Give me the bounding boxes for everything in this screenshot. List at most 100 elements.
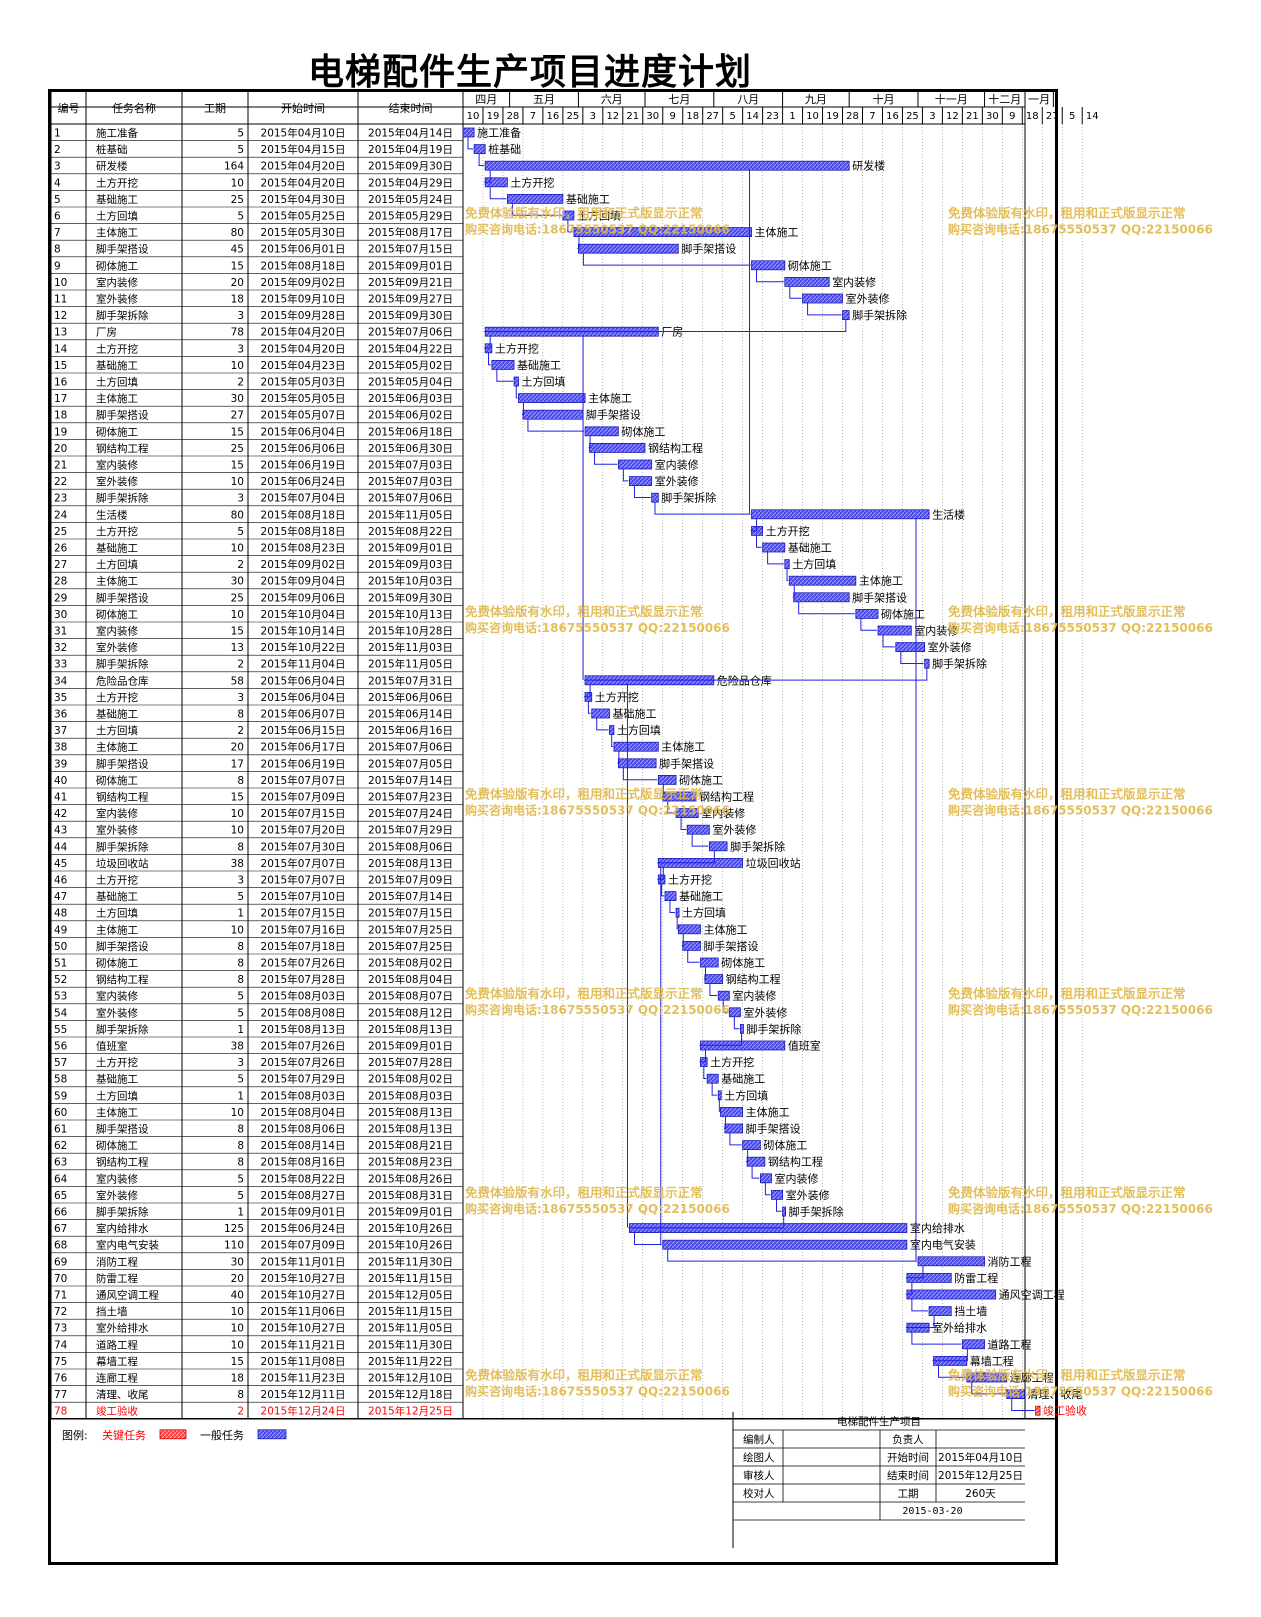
task-days: 3 — [237, 310, 244, 322]
bar-label: 基础施工 — [788, 542, 832, 555]
task-id: 74 — [54, 1339, 68, 1351]
bar-label: 竣工验收 — [1043, 1404, 1087, 1418]
day-label: 5 — [1069, 111, 1075, 122]
bar-label: 室内电气安装 — [910, 1238, 976, 1252]
task-days: 8 — [237, 974, 244, 986]
day-label: 18 — [686, 111, 699, 122]
task-id: 18 — [54, 410, 67, 422]
task-id: 33 — [54, 659, 67, 671]
task-id: 73 — [54, 1323, 67, 1335]
task-id: 12 — [54, 310, 67, 322]
day-label: 27 — [706, 111, 719, 122]
task-id: 53 — [54, 991, 67, 1003]
task-id: 37 — [54, 725, 67, 737]
task-id: 22 — [54, 476, 67, 488]
task-name: 脚手架搭设 — [96, 243, 149, 256]
month-label: 九月 — [805, 93, 827, 106]
watermark-line1: 免费体验版有水印，租用和正式版显示正常 — [465, 787, 703, 802]
task-start: 2015年08月16日 — [261, 1156, 346, 1169]
task-end: 2015年08月22日 — [368, 525, 453, 538]
task-id: 65 — [54, 1190, 67, 1202]
task-end: 2015年07月24日 — [368, 807, 453, 820]
task-end: 2015年08月17日 — [368, 226, 453, 239]
day-label: 21 — [626, 111, 639, 122]
task-id: 44 — [54, 841, 68, 853]
dependency-link — [733, 1016, 740, 1030]
bar-label: 钢结构工程 — [768, 1155, 823, 1169]
task-start: 2015年09月01日 — [261, 1206, 346, 1219]
task-end: 2015年09月30日 — [368, 591, 453, 604]
task-days: 10 — [231, 177, 244, 189]
bar-label: 基础施工 — [721, 1073, 765, 1086]
info-label: 负责人 — [892, 1433, 924, 1446]
info-label: 审核人 — [743, 1469, 775, 1482]
task-name: 土方开挖 — [96, 176, 138, 189]
dependency-link — [488, 352, 491, 366]
task-id: 17 — [54, 393, 67, 405]
dependency-link — [496, 369, 514, 382]
bar-label: 室内给排水 — [910, 1221, 965, 1235]
task-start: 2015年05月03日 — [261, 376, 346, 389]
task-end: 2015年10月28日 — [368, 625, 453, 638]
task-days: 2 — [237, 377, 244, 389]
task-end: 2015年05月02日 — [368, 359, 453, 372]
task-days: 45 — [231, 244, 244, 256]
bar-label: 脚手架搭设 — [681, 242, 736, 256]
task-name: 砌体施工 — [96, 774, 138, 787]
task-start: 2015年08月06日 — [261, 1123, 346, 1136]
bar-label: 基础施工 — [679, 890, 723, 903]
bar-label: 脚手架搭设 — [746, 1122, 801, 1136]
task-id: 69 — [54, 1256, 67, 1268]
gantt-bar — [724, 1123, 744, 1134]
task-start: 2015年07月04日 — [261, 492, 346, 505]
task-start: 2015年07月16日 — [261, 923, 346, 936]
task-name: 主体施工 — [96, 741, 138, 754]
task-end: 2015年07月23日 — [368, 791, 453, 804]
gantt-bar — [708, 841, 728, 852]
bar-label: 室外装修 — [712, 823, 756, 837]
task-name: 基础施工 — [96, 359, 138, 372]
task-id: 60 — [54, 1107, 67, 1119]
bar-label: 脚手架搭设 — [659, 756, 714, 770]
task-end: 2015年11月30日 — [368, 1255, 453, 1268]
task-end: 2015年09月03日 — [368, 558, 453, 571]
task-start: 2015年04月20日 — [261, 326, 346, 339]
month-label: 一月 — [1028, 93, 1050, 106]
bar-label: 脚手架拆除 — [730, 839, 785, 853]
day-label: 27 — [1046, 111, 1059, 122]
legend-label: 图例: — [62, 1428, 88, 1442]
bar-label: 室外装修 — [846, 292, 890, 306]
day-label: 3 — [590, 111, 596, 122]
task-start: 2015年07月10日 — [261, 890, 346, 903]
task-id: 48 — [54, 908, 67, 920]
dependency-link — [622, 469, 629, 482]
task-end: 2015年07月15日 — [368, 907, 453, 920]
task-name: 脚手架搭设 — [96, 591, 149, 604]
task-id: 70 — [54, 1273, 67, 1285]
day-label: 16 — [547, 111, 560, 122]
task-name: 防雷工程 — [96, 1272, 138, 1285]
task-name: 砌体施工 — [96, 957, 138, 970]
dependency-link — [786, 568, 789, 581]
task-id: 43 — [54, 825, 67, 837]
dependency-link — [527, 419, 585, 432]
task-end: 2015年11月15日 — [368, 1272, 453, 1285]
task-days: 5 — [237, 1007, 244, 1019]
gantt-chart: 四月 五月 六月 七月 八月 九月 十月 十一月 十二月 一月10 19 28 7 16 25 3 12 21 30… — [50, 91, 1213, 1548]
bar-label: 砌体施工 — [788, 258, 832, 272]
gantt-bar — [751, 509, 930, 520]
month-label: 十月 — [873, 92, 895, 106]
task-name: 土方回填 — [96, 210, 138, 223]
gantt-bar — [589, 442, 646, 453]
gantt-bar — [771, 1190, 783, 1200]
dependency-link — [798, 601, 855, 615]
task-name: 消防工程 — [96, 1255, 138, 1268]
bar-label: 钢结构工程 — [699, 790, 754, 804]
day-label: 10 — [806, 111, 819, 122]
task-end: 2015年08月21日 — [368, 1139, 453, 1152]
legend-normal-label: 一般任务 — [200, 1429, 244, 1442]
task-id: 58 — [54, 1074, 67, 1086]
gantt-bar — [682, 941, 701, 951]
watermark-line1: 免费体验版有水印，租用和正式版显示正常 — [465, 604, 703, 619]
day-label: 10 — [467, 111, 480, 122]
